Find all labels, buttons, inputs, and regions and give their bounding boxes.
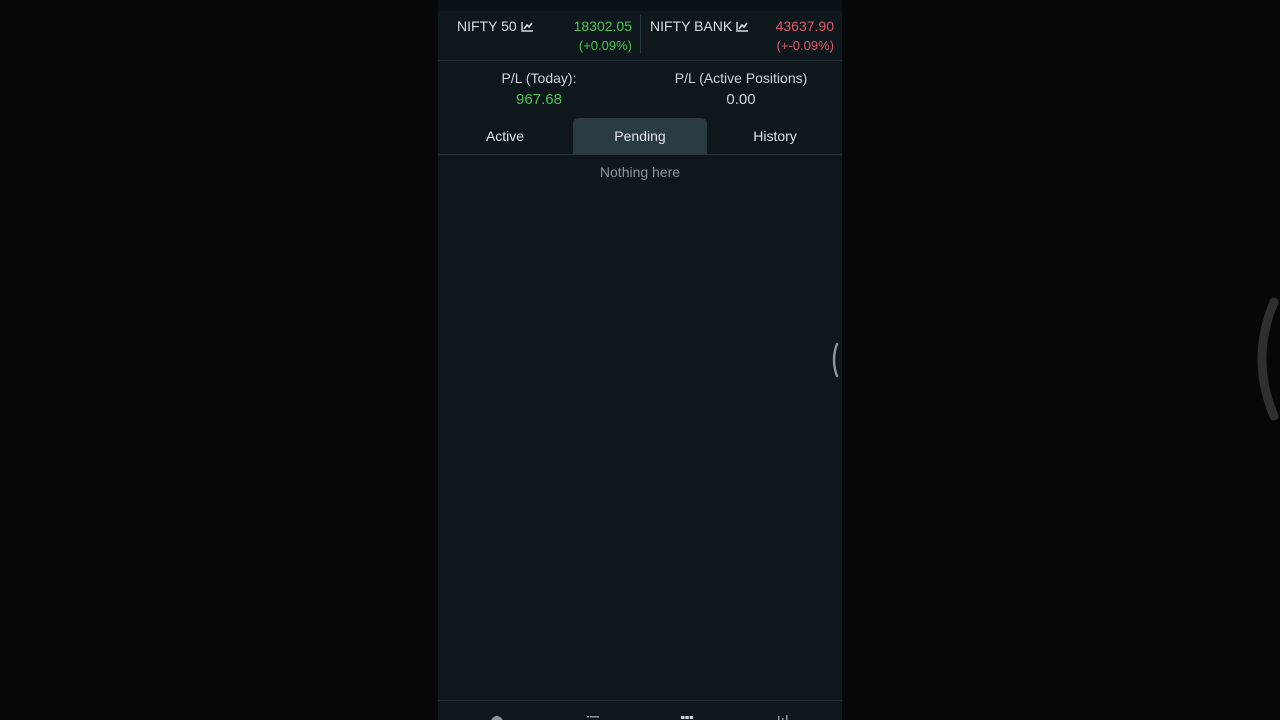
ticker-value: 43637.90 [775,18,834,34]
list-icon[interactable] [586,713,600,720]
pl-active-value: 0.00 [726,91,756,108]
ticker-name: NIFTY 50 [457,18,534,34]
screen: NIFTY 50 18302.05 (+0.09%) NIFTY BANK 43… [0,0,1280,720]
app-window: NIFTY 50 18302.05 (+0.09%) NIFTY BANK 43… [438,0,842,720]
pl-active-positions: P/L (Active Positions) 0.00 [666,70,816,108]
tab-pending[interactable]: Pending [573,118,707,154]
bar-chart-icon[interactable] [776,713,790,720]
bottom-navigation [438,700,842,720]
status-strip [438,0,842,11]
edge-swipe-indicator-icon [1257,297,1279,421]
ticker-nifty-50[interactable]: NIFTY 50 18302.05 (+0.09%) [438,11,640,60]
pie-chart-icon[interactable] [490,713,504,720]
line-chart-icon [520,21,533,32]
pl-today-value: 967.68 [516,91,562,108]
tab-history[interactable]: History [708,118,842,154]
ticker-label: NIFTY 50 [457,18,517,34]
line-chart-icon [736,21,749,32]
ticker-label: NIFTY BANK [650,18,733,34]
empty-state-message: Nothing here [599,164,681,180]
ticker-name: NIFTY BANK [650,18,749,34]
pl-today: P/L (Today): 967.68 [478,70,600,108]
pl-summary: P/L (Today): 967.68 P/L (Active Position… [438,61,842,117]
ticker-value: 18302.05 [573,18,632,34]
ticker-change: (+0.09%) [578,38,632,53]
drawer-handle-icon[interactable] [831,342,839,378]
order-tabs: Active Pending History [438,118,842,155]
pl-today-label: P/L (Today): [501,70,577,86]
ticker-change: (+-0.09%) [776,38,834,53]
pl-active-label: P/L (Active Positions) [674,70,808,86]
ticker-nifty-bank[interactable]: NIFTY BANK 43637.90 (+-0.09%) [640,11,842,60]
grid-icon[interactable] [680,713,694,720]
tab-active[interactable]: Active [438,118,572,154]
index-ticker-bar: NIFTY 50 18302.05 (+0.09%) NIFTY BANK 43… [438,11,842,61]
